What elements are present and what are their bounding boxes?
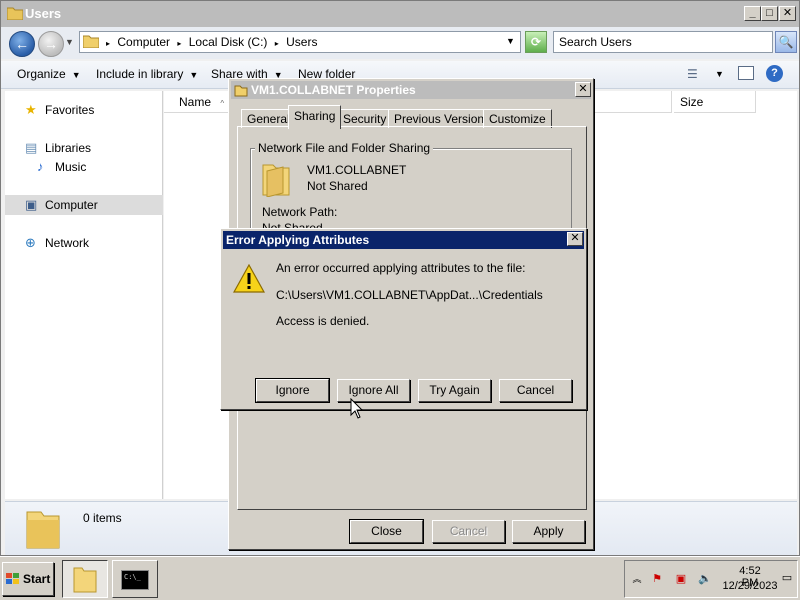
sidebar-item-network[interactable]: ⊕ Network [5,233,163,253]
sidebar-item-label: Libraries [45,141,92,155]
sidebar-item-computer[interactable]: ▣ Computer [5,195,163,215]
search-input[interactable]: Search Users [553,31,773,53]
cancel-button[interactable]: Cancel [432,520,505,543]
minimize-button[interactable]: _ [744,6,761,21]
computer-icon: ▣ [25,197,38,212]
column-header-label: Size [680,95,704,109]
refresh-button[interactable]: ⟳ [525,31,547,53]
maximize-button[interactable]: □ [761,6,778,21]
close-button[interactable]: ✕ [779,6,796,21]
error-dialog: Error Applying Attributes ✕ An error occ… [220,228,587,410]
chevron-down-icon[interactable]: ▼ [715,69,724,79]
action-center-flag-icon[interactable]: ⚑ [650,572,664,586]
error-file-path: C:\Users\VM1.COLLABNET\AppDat...\Credent… [276,288,543,302]
close-button[interactable]: ✕ [575,82,591,97]
close-button[interactable]: ✕ [567,232,583,246]
cancel-button[interactable]: Cancel [499,379,572,402]
sidebar-item-label: Computer [45,198,98,212]
breadcrumb-item-users[interactable]: Users [286,35,317,49]
column-header-blank[interactable] [594,91,672,113]
volume-muted-icon[interactable]: 🔈 [698,572,712,586]
ignore-button[interactable]: Ignore [255,378,330,403]
item-count: 0 items [83,511,122,525]
network-path-label: Network Path: [262,205,338,219]
shared-folder-icon [262,164,290,197]
sort-up-icon: ^ [220,99,225,108]
recent-pages-dropdown[interactable]: ▼ [65,37,74,47]
sidebar-item-favorites[interactable]: ★ Favorites [5,100,163,120]
command-prompt-icon: C:\_ [121,570,149,590]
show-desktop-icon[interactable]: ▭ [780,571,794,585]
help-icon[interactable]: ? [766,65,783,82]
chevron-down-icon[interactable]: ▼ [506,36,515,46]
preview-pane-icon[interactable] [738,66,754,80]
windows-logo-icon [6,573,19,584]
sidebar-item-music[interactable]: ♪ Music [5,157,163,177]
explorer-title-bar[interactable]: Users _ □ ✕ [1,1,799,27]
arrow-right-icon: → [44,36,58,52]
error-title-bar[interactable]: Error Applying Attributes [223,231,584,249]
include-in-library-menu[interactable]: Include in library ▼ [96,67,198,81]
share-name: VM1.COLLABNET [307,163,407,177]
address-bar[interactable]: ▸ Computer ▸ Local Disk (C:) ▸ Users ▼ [79,31,521,53]
tab-strip: General Sharing Security Previous Versio… [239,105,589,129]
refresh-icon: ⟳ [530,35,542,49]
arrow-left-icon: ← [15,36,29,52]
clock-date[interactable]: 12/29/2023 [720,580,780,592]
search-icon: 🔍 [778,35,794,49]
folder-icon [83,35,99,48]
column-header-label: Name [179,95,212,109]
warning-icon [233,264,265,293]
include-in-library-label: Include in library [96,67,184,81]
try-again-button[interactable]: Try Again [418,379,491,402]
window-title: Users [25,6,62,21]
taskbar-cmd-button[interactable]: C:\_ [112,560,158,598]
sidebar-item-label: Favorites [45,103,95,117]
start-label: Start [23,572,51,586]
navigation-pane: ★ Favorites ▤ Libraries ♪ Music ▣ Comput… [5,91,163,499]
dialog-title: Error Applying Attributes [226,233,370,247]
breadcrumb: ▸ Computer ▸ Local Disk (C:) ▸ Users [106,35,318,49]
network-status-icon[interactable]: ▣ [674,572,688,586]
ignore-all-button[interactable]: Ignore All [337,379,410,402]
music-note-icon: ♪ [37,159,44,174]
mouse-cursor-icon [350,398,364,419]
organize-label: Organize [17,67,66,81]
taskbar-explorer-button[interactable] [62,560,108,598]
chevron-down-icon: ▼ [71,70,81,80]
sidebar-item-libraries[interactable]: ▤ Libraries [5,138,163,158]
folder-icon [7,7,23,20]
search-button[interactable]: 🔍 [775,31,797,53]
sidebar-item-label: Network [45,236,90,250]
folder-icon [26,511,60,549]
folder-icon [234,85,248,97]
properties-title-bar[interactable]: VM1.COLLABNET Properties ✕ [231,81,591,99]
start-button[interactable]: Start [2,562,54,596]
organize-menu[interactable]: Organize ▼ [17,67,81,81]
share-status: Not Shared [307,179,368,193]
dialog-title: VM1.COLLABNET Properties [251,83,416,97]
star-icon: ★ [25,102,37,117]
error-detail: Access is denied. [276,314,370,328]
forward-button[interactable]: → [38,31,64,57]
breadcrumb-item-local-disk[interactable]: Local Disk (C:) [189,35,268,49]
breadcrumb-item-computer[interactable]: Computer [117,35,170,49]
show-hidden-icons[interactable]: ︽ [630,572,644,586]
close-dialog-button[interactable]: Close [349,519,424,544]
tab-sharing[interactable]: Sharing [288,105,342,129]
view-options-icon[interactable]: ☰ [687,67,698,81]
group-label: Network File and Folder Sharing [255,141,434,155]
column-header-size[interactable]: Size [674,91,756,113]
sidebar-item-label: Music [55,160,87,174]
folder-icon [73,567,97,593]
back-button[interactable]: ← [9,31,35,57]
error-message: An error occurred applying attributes to… [276,261,526,275]
network-icon: ⊕ [25,235,36,250]
chevron-down-icon: ▼ [189,70,199,80]
apply-button[interactable]: Apply [512,520,585,543]
libraries-icon: ▤ [25,140,38,155]
